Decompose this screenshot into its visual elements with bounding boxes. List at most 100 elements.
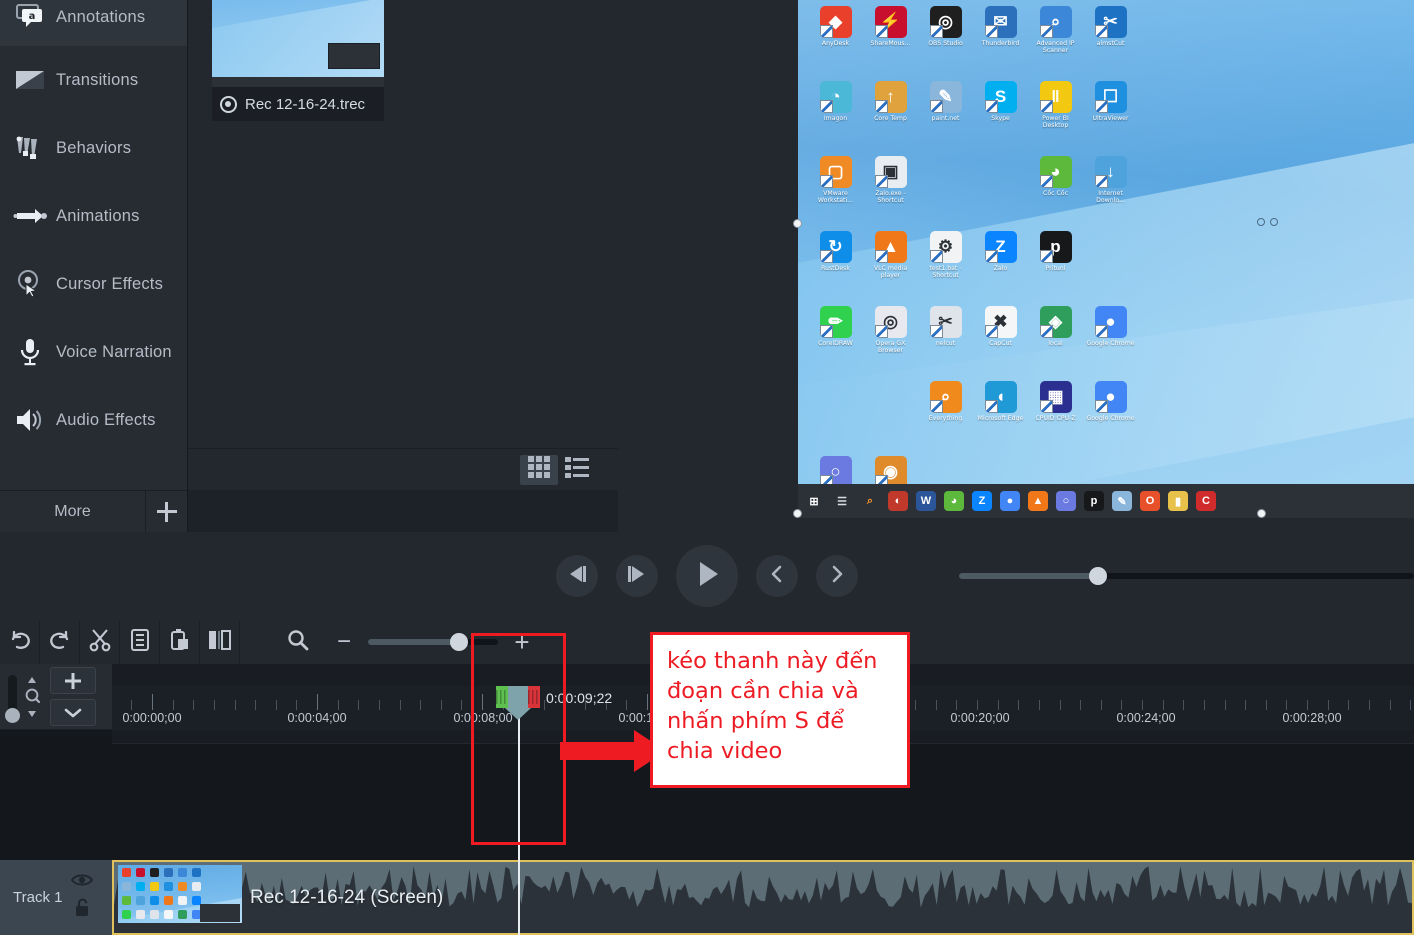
volume-slider[interactable]	[959, 566, 1414, 586]
desktop-icon[interactable]: ◈ local	[1028, 302, 1083, 377]
zalo-icon[interactable]: Z	[972, 491, 992, 511]
desktop-icon[interactable]: ↓ Internet Downlo...	[1083, 152, 1138, 227]
desktop-icon[interactable]: ☐ UltraViewer	[1083, 77, 1138, 152]
sidebar-item-cursor-effects[interactable]: Cursor Effects	[0, 250, 187, 318]
desktop-icon[interactable]: ◖ Microsoft Edge	[973, 377, 1028, 452]
desktop-small-dots	[1257, 218, 1278, 226]
desktop-icon[interactable]: ✂ nelcut	[918, 302, 973, 377]
coccoc-icon[interactable]: ◕	[944, 491, 964, 511]
next-button[interactable]	[816, 555, 858, 597]
play-button[interactable]	[676, 545, 738, 607]
desktop-icon[interactable]: ⚙ test1.bat - Shortcut	[918, 227, 973, 302]
cut-button[interactable]	[80, 620, 120, 664]
chrome-icon[interactable]: ●	[1000, 491, 1020, 511]
paintnet-icon[interactable]: ✎	[1112, 491, 1132, 511]
add-track-button[interactable]	[50, 667, 96, 694]
playhead-handle[interactable]	[496, 686, 540, 720]
unlock-icon[interactable]	[73, 898, 91, 923]
desktop-icon[interactable]: ✎ paint.net	[918, 77, 973, 152]
desktop-icon[interactable]: ◎ OBS Studio	[918, 2, 973, 77]
collapse-tracks-button[interactable]	[50, 699, 96, 726]
go-icon[interactable]: ○	[1056, 491, 1076, 511]
more-button[interactable]: More	[0, 503, 145, 521]
desktop-icon[interactable]: ✏ CorelDRAW	[808, 302, 863, 377]
paste-button[interactable]	[160, 620, 200, 664]
ruler-minor-tick	[234, 700, 236, 710]
scissors-icon	[89, 628, 111, 657]
desktop-icon[interactable]: ▣ Zalo.exe - Shortcut	[863, 152, 918, 227]
step-forward-button[interactable]	[616, 555, 658, 597]
start-icon[interactable]: ⊞	[804, 491, 824, 511]
app-icon-1[interactable]: ◐	[888, 491, 908, 511]
zoom-button[interactable]	[276, 620, 320, 664]
sidebar-item-animations[interactable]: Animations	[0, 182, 187, 250]
desktop-icon[interactable]: ▢ VMware Workstati...	[808, 152, 863, 227]
zoom-slider-track[interactable]	[368, 633, 498, 651]
animations-icon	[10, 199, 50, 233]
folder-icon[interactable]: ▮	[1168, 491, 1188, 511]
desktop-icon[interactable]: ◆ AnyDesk	[808, 2, 863, 77]
desktop-icon[interactable]: ▲ VLC media player	[863, 227, 918, 302]
desktop-icon[interactable]: ◎ Opera GX Browser	[863, 302, 918, 377]
desktop-icon[interactable]: S Skype	[973, 77, 1028, 152]
desktop-icon[interactable]: ✖ CapCut	[973, 302, 1028, 377]
add-asset-button[interactable]	[145, 490, 187, 533]
volume-track[interactable]	[959, 567, 1414, 585]
desktop-icon[interactable]: ● Google Chrome	[1083, 302, 1138, 377]
sidebar-item-transitions[interactable]: Transitions	[0, 46, 187, 114]
camtasia-icon[interactable]: C	[1196, 491, 1216, 511]
pritunl-icon[interactable]: p	[1084, 491, 1104, 511]
redo-button[interactable]	[40, 620, 80, 664]
volume-knob[interactable]	[1089, 567, 1107, 585]
canvas-handle-bottom-left[interactable]	[793, 509, 802, 518]
desktop-icon[interactable]: ● Google Chrome	[1083, 377, 1138, 452]
step-back-button[interactable]	[556, 555, 598, 597]
split-button[interactable]	[200, 620, 240, 664]
desktop-icon-label: Everything	[928, 415, 963, 422]
track-height-slider[interactable]	[5, 674, 20, 723]
undo-button[interactable]	[0, 620, 40, 664]
sidebar-item-behaviors[interactable]: Behaviors	[0, 114, 187, 182]
sidebar-item-audio-effects[interactable]: Audio Effects	[0, 386, 187, 454]
desktop-icon[interactable]: ↑ Core Temp	[863, 77, 918, 152]
zoom-out-button[interactable]: −	[320, 620, 368, 664]
sidebar-item-annotations[interactable]: a Annotations	[0, 0, 187, 46]
search-icon[interactable]: ⌕	[860, 491, 880, 511]
desktop-icon[interactable]: Z Zalo	[973, 227, 1028, 302]
ruler-minor-tick	[1410, 700, 1412, 710]
copy-button[interactable]	[120, 620, 160, 664]
desktop-icon[interactable]: ⌕ Everything	[918, 377, 973, 452]
selection-out-handle[interactable]	[528, 686, 540, 708]
ruler-label: 0:00:28;00	[1282, 711, 1342, 725]
desktop-icon[interactable]: ‖ Power BI Desktop	[1028, 77, 1083, 152]
desktop-icon[interactable]: ✂ almstCut	[1083, 2, 1138, 77]
desktop-icon[interactable]: ↻ RustDesk	[808, 227, 863, 302]
zoom-slider-knob[interactable]	[450, 633, 468, 651]
canvas-handle-left[interactable]	[793, 219, 802, 228]
task-view-icon[interactable]: ☰	[832, 491, 852, 511]
desktop-icon[interactable]: ⚡ ShareMous...	[863, 2, 918, 77]
desktop-icon[interactable]: ⌕ Advanced IP Scanner	[1028, 2, 1083, 77]
media-bin-item[interactable]: Rec 12-16-24.trec	[212, 0, 384, 121]
desktop-icon[interactable]: ✉ Thunderbird	[973, 2, 1028, 77]
desktop-icon[interactable]: ▦ CPUID CPU-Z	[1028, 377, 1083, 452]
app-icon-2[interactable]: O	[1140, 491, 1160, 511]
desktop-icon[interactable]: ◕ Cốc Cốc	[1028, 152, 1083, 227]
list-view-button[interactable]	[558, 455, 596, 485]
ruler-minor-tick	[193, 700, 195, 710]
ruler-minor-tick	[1245, 700, 1247, 710]
desktop-icon[interactable]: ◔ Imagon	[808, 77, 863, 152]
preview-canvas[interactable]: ◆ AnyDesk ⚡ ShareMous... ◎ OBS Studio ✉ Thunder…	[798, 0, 1414, 518]
canvas-handle-bottom-center[interactable]	[1257, 509, 1266, 518]
ruler-minor-tick	[1389, 700, 1391, 710]
grid-view-button[interactable]	[520, 454, 558, 485]
eye-icon[interactable]	[71, 873, 94, 892]
vlc-icon[interactable]: ▲	[1028, 491, 1048, 511]
desktop-icon[interactable]: p Pritunl	[1028, 227, 1083, 302]
timeline-clip[interactable]: Rec 12-16-24 (Screen)	[112, 860, 1414, 935]
selection-in-handle[interactable]	[496, 686, 508, 708]
zoom-in-button[interactable]: +	[498, 620, 546, 664]
previous-button[interactable]	[756, 555, 798, 597]
sidebar-item-voice-narration[interactable]: Voice Narration	[0, 318, 187, 386]
word-icon[interactable]: W	[916, 491, 936, 511]
